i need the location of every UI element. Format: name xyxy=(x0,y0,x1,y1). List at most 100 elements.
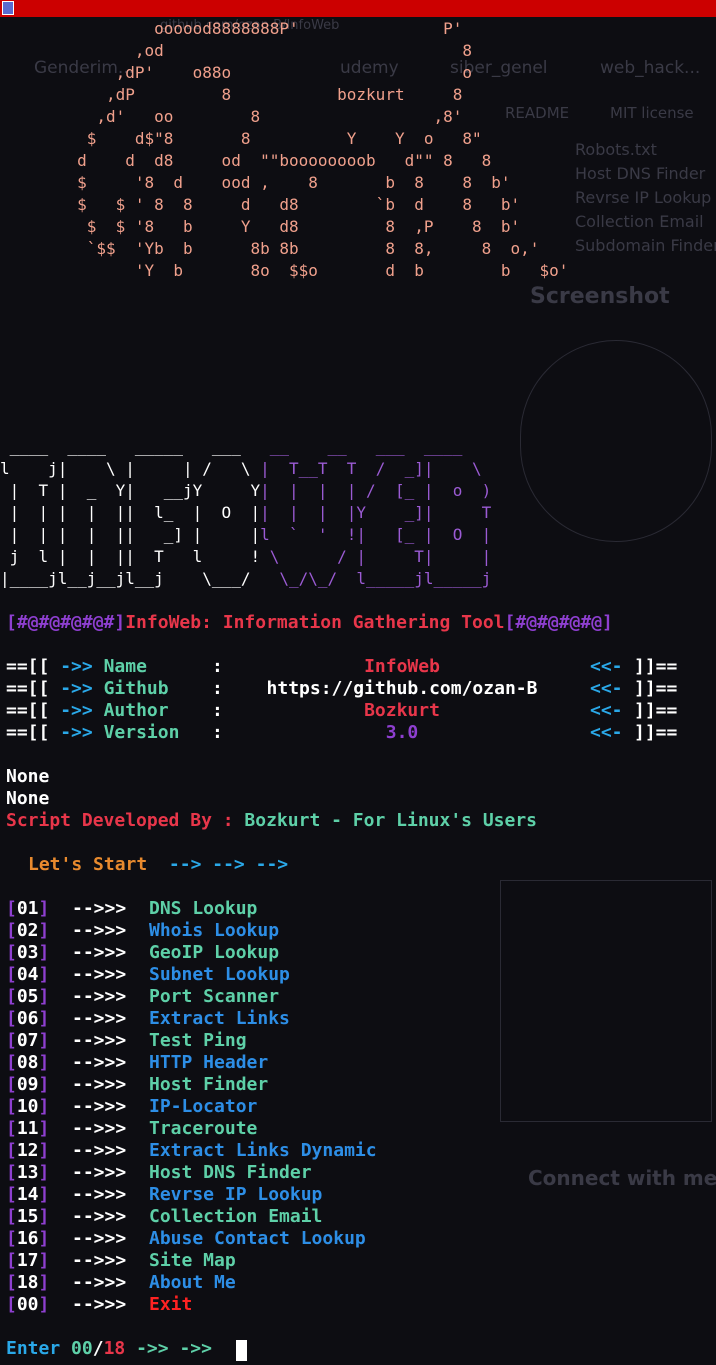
menu-item-abuse-contact-lookup[interactable]: [16] -->>> Abuse Contact Lookup xyxy=(6,1228,366,1250)
info-value: InfoWeb xyxy=(364,656,440,677)
menu-label[interactable]: Host Finder xyxy=(149,1074,268,1096)
info-separator: : xyxy=(211,656,223,677)
window-titlebar xyxy=(0,0,716,17)
menu-label[interactable]: Host DNS Finder xyxy=(149,1162,312,1184)
menu-number: 08 xyxy=(16,1052,39,1073)
bg-toc-item: Robots.txt xyxy=(575,140,657,159)
menu-arrow: -->>> xyxy=(72,1206,127,1227)
input-prompt[interactable]: Enter 00/18 ->> ->> xyxy=(6,1338,212,1360)
menu-bracket: [ xyxy=(6,1008,17,1029)
menu-label[interactable]: Subnet Lookup xyxy=(149,964,290,986)
menu-bracket: [ xyxy=(6,942,17,963)
menu-arrow: -->>> xyxy=(72,1294,127,1315)
info-arrow: ->> xyxy=(60,678,93,699)
info-prefix: ==[[ xyxy=(6,722,50,743)
menu-item-whois-lookup[interactable]: [02] -->>> Whois Lookup xyxy=(6,920,279,942)
menu-label[interactable]: GeoIP Lookup xyxy=(149,942,279,964)
menu-label[interactable]: Extract Links Dynamic xyxy=(149,1140,377,1162)
menu-item-subnet-lookup[interactable]: [04] -->>> Subnet Lookup xyxy=(6,964,290,986)
menu-label[interactable]: IP-Locator xyxy=(149,1096,257,1118)
banner-line: ,od 8 xyxy=(0,41,473,60)
menu-bracket: ] xyxy=(38,1162,50,1183)
logo-line: | | | | || l_ | O || | | |Y _]| T xyxy=(0,502,492,524)
prompt-arrows: ->> ->> xyxy=(136,1338,212,1359)
menu-item-host-finder[interactable]: [09] -->>> Host Finder xyxy=(6,1074,268,1096)
menu-bracket: [ xyxy=(6,1052,17,1073)
terminal-app-icon[interactable] xyxy=(2,1,14,15)
info-row: ==[[ ->> Github : https://github.com/ozan… xyxy=(6,678,677,700)
menu-label[interactable]: Test Ping xyxy=(149,1030,247,1052)
info-separator: : xyxy=(211,722,223,743)
menu-item-test-ping[interactable]: [07] -->>> Test Ping xyxy=(6,1030,247,1052)
menu-item-http-header[interactable]: [08] -->>> HTTP Header xyxy=(6,1052,268,1074)
title-right-deco: [#@#@#@#@] xyxy=(504,612,613,633)
menu-label[interactable]: Traceroute xyxy=(149,1118,257,1140)
menu-label[interactable]: Abuse Contact Lookup xyxy=(149,1228,366,1250)
menu-label[interactable]: DNS Lookup xyxy=(149,898,257,920)
menu-item-geoip-lookup[interactable]: [03] -->>> GeoIP Lookup xyxy=(6,942,279,964)
menu-arrow: -->>> xyxy=(72,1272,127,1293)
menu-bracket: [ xyxy=(6,898,17,919)
menu-item-revrse-ip-lookup[interactable]: [14] -->>> Revrse IP Lookup xyxy=(6,1184,322,1206)
menu-number: 01 xyxy=(16,898,39,919)
menu-label[interactable]: Whois Lookup xyxy=(149,920,279,942)
menu-bracket: ] xyxy=(38,920,50,941)
menu-label[interactable]: Port Scanner xyxy=(149,986,279,1008)
menu-item-collection-email[interactable]: [15] -->>> Collection Email xyxy=(6,1206,322,1228)
menu-bracket: ] xyxy=(38,942,50,963)
menu-number: 14 xyxy=(16,1184,39,1205)
menu-bracket: [ xyxy=(6,1206,17,1227)
menu-bracket: [ xyxy=(6,986,17,1007)
menu-item-traceroute[interactable]: [11] -->>> Traceroute xyxy=(6,1118,257,1140)
menu-label[interactable]: About Me xyxy=(149,1272,236,1294)
info-prefix: ==[[ xyxy=(6,656,50,677)
logo-web-part: \_/\_/ l_____jl_____j xyxy=(260,569,492,588)
menu-item-extract-links-dynamic[interactable]: [12] -->>> Extract Links Dynamic xyxy=(6,1140,377,1162)
banner-line: 'Y b 8o $$o d b b $o' xyxy=(0,261,569,280)
text-cursor[interactable] xyxy=(236,1340,247,1361)
menu-arrow: -->>> xyxy=(72,942,127,963)
menu-number: 12 xyxy=(16,1140,39,1161)
menu-arrow: -->>> xyxy=(72,1074,127,1095)
menu-item-about-me[interactable]: [18] -->>> About Me xyxy=(6,1272,236,1294)
logo-info-part: | | | | || l_ | O | xyxy=(0,503,261,522)
bg-screenshot-image xyxy=(500,880,712,1122)
menu-arrow: -->>> xyxy=(72,986,127,1007)
menu-item-ip-locator[interactable]: [10] -->>> IP-Locator xyxy=(6,1096,257,1118)
menu-bracket: [ xyxy=(6,964,17,985)
menu-item-dns-lookup[interactable]: [01] -->>> DNS Lookup xyxy=(6,898,257,920)
menu-bracket: ] xyxy=(38,1052,50,1073)
info-key: Name xyxy=(103,656,202,677)
logo-line: | T | _ Y| __jY Y| | | | / [_ | o ) xyxy=(0,480,492,502)
bg-bookmark: web_hack... xyxy=(600,58,701,78)
banner-line: $ d$"8 8 Y Y o 8" xyxy=(0,129,482,148)
menu-arrow: -->>> xyxy=(72,898,127,919)
menu-item-extract-links[interactable]: [06] -->>> Extract Links xyxy=(6,1008,290,1030)
developed-by-line: Script Developed By : Bozkurt - For Linu… xyxy=(6,810,537,832)
menu-label[interactable]: Revrse IP Lookup xyxy=(149,1184,322,1206)
bg-wolf-image xyxy=(520,340,712,542)
menu-item-port-scanner[interactable]: [05] -->>> Port Scanner xyxy=(6,986,279,1008)
menu-item-site-map[interactable]: [17] -->>> Site Map xyxy=(6,1250,236,1272)
menu-number: 13 xyxy=(16,1162,39,1183)
developed-label: Script Developed By : xyxy=(6,810,234,831)
menu-bracket: [ xyxy=(6,1250,17,1271)
menu-label[interactable]: Site Map xyxy=(149,1250,236,1272)
menu-number: 10 xyxy=(16,1096,39,1117)
info-prefix: ==[[ xyxy=(6,678,50,699)
menu-arrow: -->>> xyxy=(72,1140,127,1161)
menu-number: 18 xyxy=(16,1272,39,1293)
menu-label[interactable]: Collection Email xyxy=(149,1206,322,1228)
output-none-line: None xyxy=(6,788,50,809)
menu-item-exit[interactable]: [00] -->>> Exit xyxy=(6,1294,192,1316)
banner-line: $ $ ' 8 8 d d8 `b d 8 b' xyxy=(0,195,521,214)
menu-bracket: [ xyxy=(6,920,17,941)
prompt-max: 18 xyxy=(103,1338,126,1359)
menu-label[interactable]: Extract Links xyxy=(149,1008,290,1030)
menu-label[interactable]: Exit xyxy=(149,1294,192,1316)
menu-bracket: [ xyxy=(6,1272,17,1293)
menu-label[interactable]: HTTP Header xyxy=(149,1052,268,1074)
menu-arrow: -->>> xyxy=(72,1228,127,1249)
menu-item-host-dns-finder[interactable]: [13] -->>> Host DNS Finder xyxy=(6,1162,312,1184)
bg-toc-item: Host DNS Finder xyxy=(575,164,706,183)
